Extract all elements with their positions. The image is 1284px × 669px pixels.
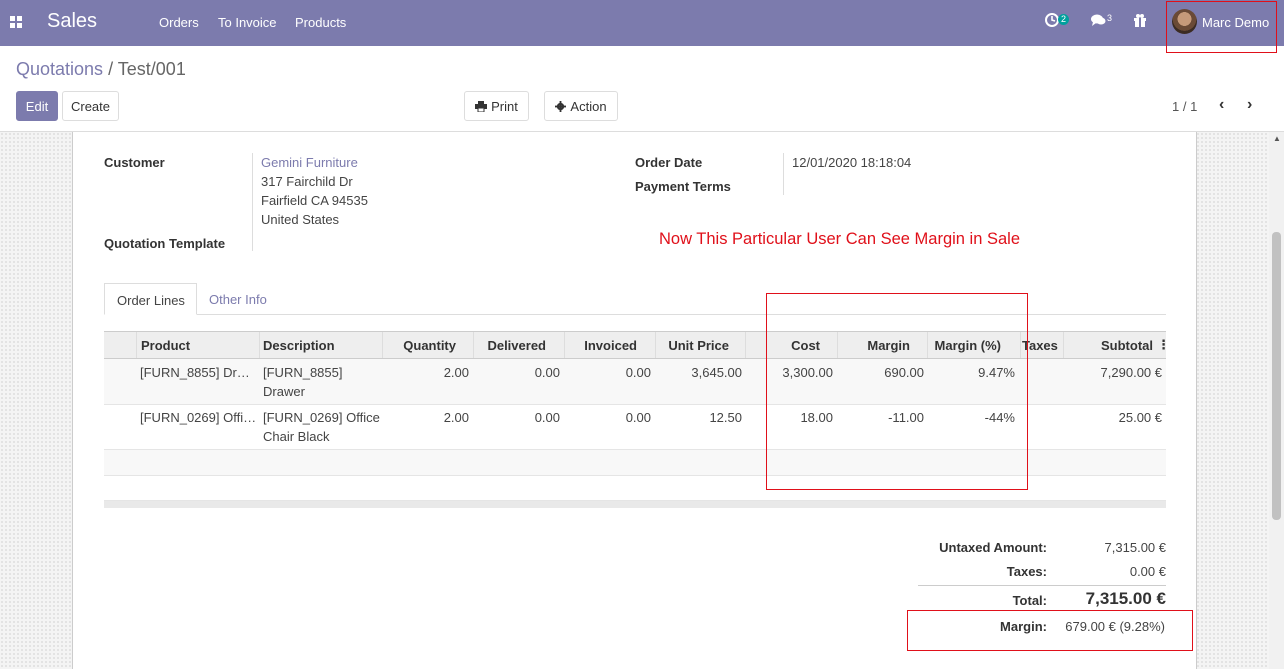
untaxed-amount-value: 7,315.00 € [1104,540,1166,555]
margin-columns-highlight-box [766,293,1028,490]
address-line-2: Fairfield CA 94535 [261,193,368,208]
tab-order-lines[interactable]: Order Lines [104,283,197,315]
total-value: 7,315.00 € [1085,589,1166,608]
quotation-template-label: Quotation Template [104,236,226,251]
chevron-left-icon[interactable]: ‹ [1219,96,1224,114]
divider [783,153,784,195]
user-highlight-box [1166,1,1277,53]
menu-to-invoice[interactable]: To Invoice [218,15,277,30]
messages-chat-icon[interactable] [1091,13,1106,30]
scroll-up-icon[interactable]: ▲ [1273,134,1281,143]
col-delivered[interactable]: Delivered [487,338,546,353]
order-date-label: Order Date [635,155,703,170]
total-label: Total: [1012,593,1047,608]
scrollbar-thumb[interactable] [1272,232,1281,520]
cell-quantity: 2.00 [443,365,469,380]
messages-badge: 3 [1107,13,1113,23]
print-label: Print [491,98,518,114]
print-button[interactable]: Print [464,91,529,121]
apps-grid-icon[interactable] [10,16,22,28]
cell-description: [FURN_8855] Drawer [263,365,343,399]
annotation-text: Now This Particular User Can See Margin … [659,230,1021,248]
gear-icon [555,100,567,112]
cell-product: [FURN_8855] Dr… [140,365,250,380]
cell-quantity: 2.00 [443,410,469,425]
cell-description: [FURN_0269] Office Chair Black [263,410,380,444]
taxes-value: 0.00 € [1129,564,1166,579]
cell-subtotal: 7,290.00 € [1100,365,1162,380]
pager-value[interactable]: 1 / 1 [1172,99,1197,114]
divider [252,153,253,251]
cell-subtotal: 25.00 € [1118,410,1162,425]
print-icon [475,100,488,112]
menu-products[interactable]: Products [295,15,346,30]
col-product[interactable]: Product [141,338,190,353]
cell-delivered: 0.00 [534,410,560,425]
customer-label: Customer [104,155,165,170]
column-options-icon[interactable]: ⋮ [1157,337,1170,353]
create-button[interactable]: Create [62,91,119,121]
col-description[interactable]: Description [263,338,335,353]
breadcrumb-separator: / [108,59,114,79]
breadcrumb: Quotations / Test/001 [16,59,186,80]
action-button[interactable]: Action [544,91,618,121]
totals-divider [918,585,1166,586]
col-unit-price[interactable]: Unit Price [668,338,729,353]
activity-clock-icon[interactable] [1045,13,1059,30]
col-invoiced[interactable]: Invoiced [584,338,637,353]
chevron-right-icon[interactable]: › [1247,96,1252,114]
app-title[interactable]: Sales [47,10,97,33]
cell-unit-price: 12.50 [709,410,742,425]
col-quantity[interactable]: Quantity [403,338,456,353]
tab-other-info[interactable]: Other Info [209,283,267,315]
taxes-label: Taxes: [1006,564,1047,579]
activity-badge: 2 [1058,14,1070,25]
top-navbar: Sales Orders To Invoice Products 2 3 Mar… [0,0,1284,46]
cell-unit-price: 3,645.00 [691,365,742,380]
col-subtotal[interactable]: Subtotal [1101,338,1153,353]
table-footer [104,501,1166,508]
breadcrumb-parent[interactable]: Quotations [16,59,103,79]
edit-button[interactable]: Edit [16,91,58,121]
cell-product: [FURN_0269] Offi… [140,410,257,425]
address-line-1: 317 Fairchild Dr [261,174,353,189]
breadcrumb-current: Test/001 [117,59,186,79]
untaxed-amount-label: Untaxed Amount: [939,540,1047,555]
payment-terms-label: Payment Terms [635,179,731,194]
cell-invoiced: 0.00 [625,410,651,425]
order-date-value[interactable]: 12/01/2020 18:18:04 [792,155,911,170]
customer-link[interactable]: Gemini Furniture [261,155,358,170]
action-label: Action [570,98,607,114]
cell-invoiced: 0.00 [625,365,651,380]
gift-icon[interactable] [1133,13,1147,30]
margin-total-highlight-box [907,610,1193,651]
cell-delivered: 0.00 [534,365,560,380]
menu-orders[interactable]: Orders [159,15,199,30]
address-line-3: United States [261,212,340,227]
